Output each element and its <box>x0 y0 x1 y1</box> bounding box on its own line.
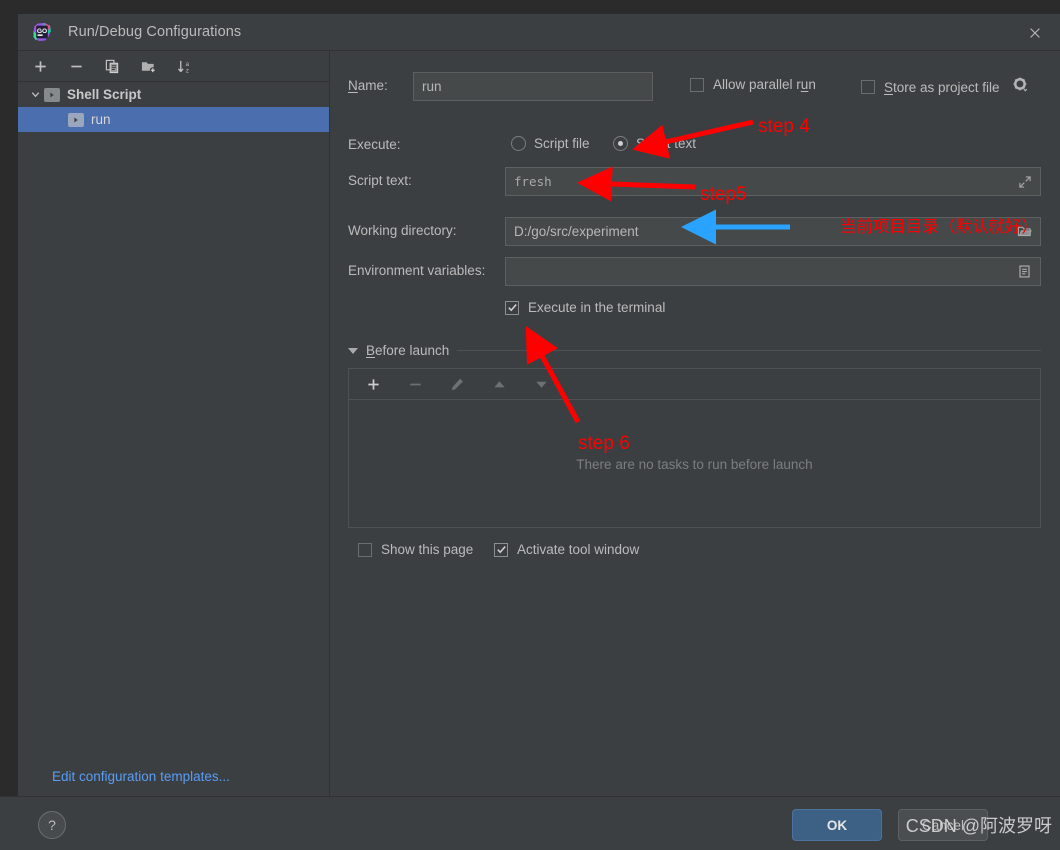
annotation-step4: step 4 <box>758 116 810 137</box>
before-launch-header[interactable]: Before launch <box>348 343 1041 358</box>
before-launch-divider <box>457 350 1041 351</box>
tree-group-shell-script[interactable]: Shell Script <box>18 82 329 107</box>
annotation-chinese-note: 当前项目目录（默认就好） <box>840 218 1038 236</box>
configurations-tree: Shell Script run <box>18 82 329 132</box>
gear-icon[interactable] <box>1013 77 1028 97</box>
working-directory-label: Working directory: <box>348 223 457 238</box>
expand-icon[interactable] <box>1010 169 1039 194</box>
environment-variables-label: Environment variables: <box>348 263 486 278</box>
script-text-radio-label: Script text <box>636 136 697 151</box>
before-launch-toolbar <box>349 369 1040 400</box>
allow-parallel-run-checkbox[interactable]: Allow parallel run <box>690 77 816 92</box>
store-as-project-file-checkbox[interactable]: Store as project file <box>861 77 1028 97</box>
tree-group-label: Shell Script <box>67 87 142 102</box>
script-text-input[interactable]: fresh <box>505 167 1041 196</box>
script-text-label: Script text: <box>348 173 412 188</box>
sort-az-icon[interactable]: a z <box>172 54 196 78</box>
add-configuration-button[interactable] <box>28 54 52 78</box>
store-as-project-file-label: Store as project file <box>884 79 1000 95</box>
help-button[interactable]: ? <box>38 811 66 839</box>
move-up-button <box>487 372 511 396</box>
working-directory-label-wrap: Working directory: <box>348 223 457 238</box>
execute-label-wrap: Execute: <box>348 137 401 152</box>
edit-task-button <box>445 372 469 396</box>
svg-text:z: z <box>185 68 188 73</box>
script-file-label: Script file <box>534 136 590 151</box>
remove-task-button <box>403 372 427 396</box>
shell-script-type-icon <box>44 87 60 102</box>
folder-add-icon[interactable] <box>136 54 160 78</box>
name-label: Name: <box>348 78 388 93</box>
window-left-gutter <box>0 0 18 850</box>
working-directory-value: D:/go/src/experiment <box>514 224 639 239</box>
tree-item-run[interactable]: run <box>18 107 329 132</box>
before-launch-empty-text: There are no tasks to run before launch <box>576 456 813 472</box>
environment-variables-input[interactable] <box>505 257 1041 286</box>
svg-text:GO: GO <box>37 28 47 35</box>
show-this-page-label: Show this page <box>381 542 474 557</box>
name-input[interactable]: run <box>413 72 653 101</box>
close-icon[interactable] <box>1024 22 1046 44</box>
execute-in-terminal-box[interactable] <box>505 300 519 315</box>
tree-item-label: run <box>91 112 111 127</box>
dialog-titlebar: GO Run/Debug Configurations <box>18 14 1060 50</box>
dialog-footer: ? OK Cancel <box>0 797 1060 850</box>
name-label-wrap: Name: <box>348 78 388 93</box>
copy-configuration-button[interactable] <box>100 54 124 78</box>
script-text-value: fresh <box>514 174 552 189</box>
environment-variables-label-wrap: Environment variables: <box>348 263 485 278</box>
script-text-label-wrap: Script text: <box>348 173 412 188</box>
add-task-button[interactable] <box>361 372 385 396</box>
before-launch-panel: There are no tasks to run before launch <box>348 368 1041 528</box>
csdn-watermark: CSDN @阿波罗呀 <box>905 816 1052 836</box>
activate-tool-window-box[interactable] <box>494 542 508 557</box>
before-launch-label: Before launch <box>366 343 450 358</box>
allow-parallel-run-box[interactable] <box>690 77 704 92</box>
edit-configuration-templates-link[interactable]: Edit configuration templates... <box>52 769 230 784</box>
goland-icon: GO <box>32 22 52 42</box>
script-text-radio[interactable] <box>613 136 628 151</box>
execute-label: Execute: <box>348 137 401 152</box>
activate-tool-window-label: Activate tool window <box>517 542 640 557</box>
run-debug-configurations-dialog: GO Run/Debug Configurations a z Shell Sc… <box>0 0 1060 850</box>
run-config-icon <box>68 112 84 127</box>
sidebar-toolbar: a z <box>18 51 329 81</box>
chevron-down-icon[interactable] <box>348 347 358 354</box>
script-file-radio[interactable] <box>511 136 526 151</box>
activate-tool-window-checkbox[interactable]: Activate tool window <box>494 542 639 557</box>
execute-in-terminal-label: Execute in the terminal <box>528 300 666 315</box>
execute-option-script-file[interactable]: Script file <box>511 136 590 151</box>
execute-option-script-text[interactable]: Script text <box>613 136 696 151</box>
dialog-title: Run/Debug Configurations <box>68 24 242 40</box>
configurations-sidebar: a z Shell Script run Edit configuration … <box>18 51 330 796</box>
list-edit-icon[interactable] <box>1010 259 1039 284</box>
execute-in-terminal-checkbox[interactable]: Execute in the terminal <box>505 300 665 315</box>
store-as-project-file-box[interactable] <box>861 80 875 94</box>
show-this-page-box[interactable] <box>358 542 372 557</box>
annotation-step5: step5 <box>700 184 747 205</box>
window-top-gutter <box>0 0 1060 14</box>
move-down-button <box>529 372 553 396</box>
chevron-down-icon[interactable] <box>26 86 44 104</box>
svg-text:a: a <box>185 61 189 67</box>
annotation-step6: step 6 <box>578 433 630 454</box>
show-this-page-checkbox[interactable]: Show this page <box>358 542 473 557</box>
ok-button[interactable]: OK <box>792 809 882 841</box>
name-input-value: run <box>422 79 442 94</box>
remove-configuration-button[interactable] <box>64 54 88 78</box>
allow-parallel-run-label: Allow parallel run <box>713 77 816 92</box>
